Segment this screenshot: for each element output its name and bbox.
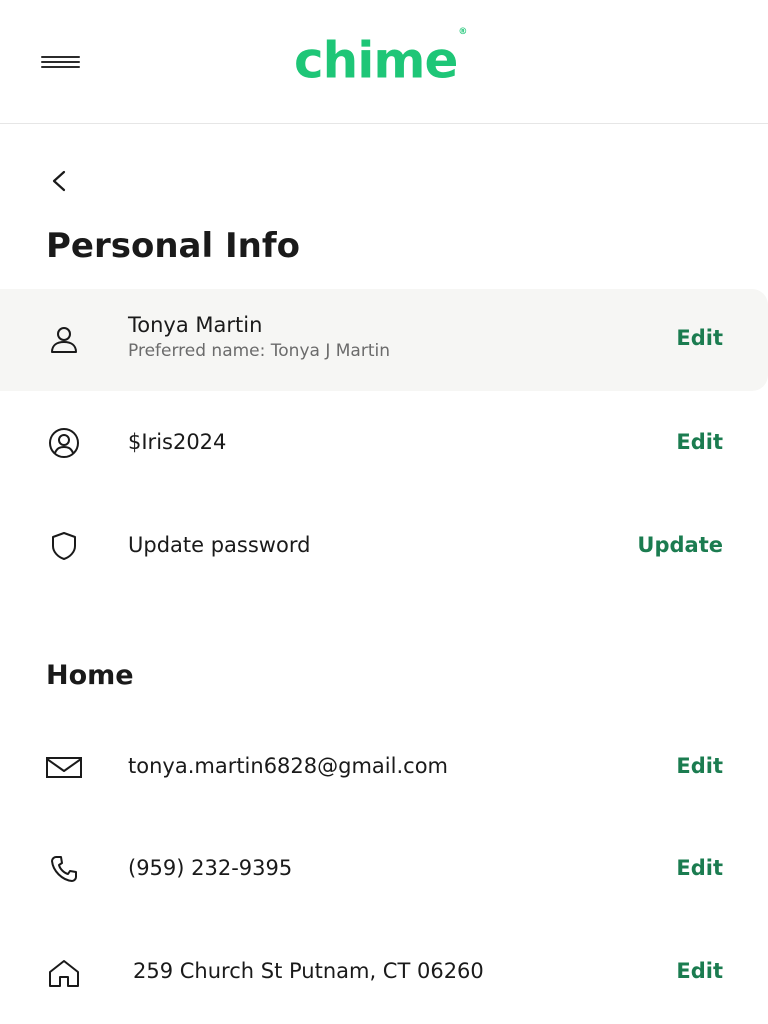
email-row[interactable]: tonya.martin6828@gmail.com Edit: [0, 715, 768, 817]
name-text: Tonya Martin Preferred name: Tonya J Mar…: [128, 311, 608, 363]
phone-row[interactable]: (959) 232-9395 Edit: [0, 817, 768, 919]
logo-text: chime: [294, 31, 458, 90]
password-row[interactable]: Update password Update: [0, 494, 768, 596]
edit-phone-button[interactable]: Edit: [676, 854, 723, 882]
full-name: Tonya Martin: [128, 313, 263, 337]
chimesign-text: $Iris2024: [128, 428, 608, 456]
page-title: Personal Info: [46, 226, 300, 266]
home-icon: [44, 953, 84, 993]
user-circle-icon: [44, 423, 84, 463]
email-text: tonya.martin6828@gmail.com: [128, 752, 608, 780]
update-password-label: Update password: [128, 533, 311, 557]
shield-icon: [44, 526, 84, 566]
phone-text: (959) 232-9395: [128, 854, 608, 882]
logo-registered-mark: ®: [458, 27, 468, 37]
chime-logo[interactable]: chime®: [294, 27, 468, 90]
name-row[interactable]: Tonya Martin Preferred name: Tonya J Mar…: [0, 289, 768, 391]
address-text: 259 Church St Putnam, CT 06260: [133, 957, 608, 985]
email-value: tonya.martin6828@gmail.com: [128, 754, 448, 778]
edit-chimesign-button[interactable]: Edit: [676, 428, 723, 456]
phone-icon: [44, 849, 84, 889]
mail-icon: [44, 747, 84, 787]
top-bar: chime®: [0, 0, 768, 124]
address-value: 259 Church St Putnam, CT 06260: [133, 959, 484, 983]
back-button[interactable]: [46, 166, 76, 196]
hamburger-icon[interactable]: [41, 52, 81, 72]
address-row[interactable]: 259 Church St Putnam, CT 06260 Edit: [0, 920, 768, 1022]
edit-address-button[interactable]: Edit: [676, 957, 723, 985]
update-password-button[interactable]: Update: [637, 531, 723, 559]
chimesign-value: $Iris2024: [128, 430, 227, 454]
edit-email-button[interactable]: Edit: [676, 752, 723, 780]
user-icon: [44, 320, 84, 360]
home-section-title: Home: [46, 660, 134, 691]
preferred-name: Preferred name: Tonya J Martin: [128, 341, 390, 361]
chevron-left-icon: [52, 170, 66, 192]
chimesign-row[interactable]: $Iris2024 Edit: [0, 391, 768, 493]
edit-name-button[interactable]: Edit: [676, 324, 723, 352]
password-text: Update password: [128, 531, 608, 559]
phone-value: (959) 232-9395: [128, 856, 293, 880]
